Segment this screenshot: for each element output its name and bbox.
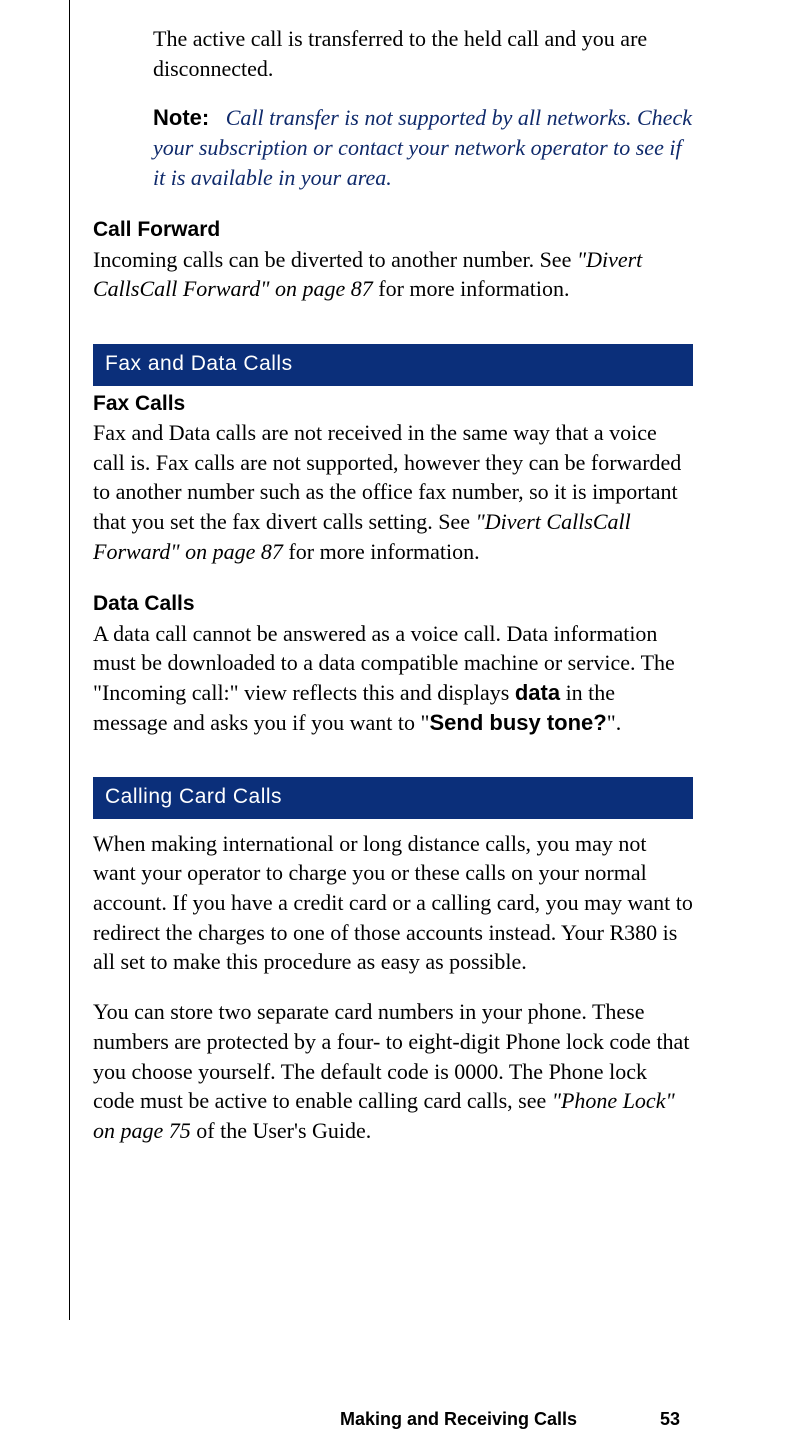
cf-text-a: Incoming calls can be diverted to anothe… — [93, 247, 577, 272]
call-forward-paragraph: Incoming calls can be diverted to anothe… — [93, 245, 693, 304]
footer-page-number: 53 — [660, 1409, 680, 1430]
note-spacer — [215, 105, 226, 130]
note-block: Note: Call transfer is not supported by … — [93, 103, 693, 192]
calling-card-p2: You can store two separate card numbers … — [93, 997, 693, 1145]
heading-fax-calls: Fax Calls — [93, 390, 693, 418]
heading-data-calls: Data Calls — [93, 590, 693, 618]
footer-title: Making and Receiving Calls — [340, 1409, 577, 1430]
content-area: The active call is transferred to the he… — [93, 24, 693, 1166]
data-bold-2: Send busy tone? — [429, 710, 606, 735]
fax-calls-paragraph: Fax and Data calls are not received in t… — [93, 418, 693, 566]
note-text: Call transfer is not supported by all ne… — [153, 105, 692, 189]
page: The active call is transferred to the he… — [0, 0, 786, 1439]
heading-call-forward: Call Forward — [93, 216, 693, 244]
transfer-result-text: The active call is transferred to the he… — [93, 24, 693, 83]
note-label: Note: — [153, 105, 209, 130]
fax-text-b: for more information. — [283, 539, 480, 564]
data-text-c: ". — [607, 710, 621, 735]
data-bold-1: data — [515, 680, 560, 705]
section-calling-card-calls: Calling Card Calls — [93, 777, 693, 818]
data-calls-paragraph: A data call cannot be answered as a voic… — [93, 619, 693, 738]
cc-p2-b: of the User's Guide. — [191, 1118, 372, 1143]
calling-card-p1: When making international or long distan… — [93, 829, 693, 977]
section-fax-data-calls: Fax and Data Calls — [93, 344, 693, 385]
cf-text-b: for more information. — [373, 276, 570, 301]
margin-rule — [69, 0, 70, 1320]
